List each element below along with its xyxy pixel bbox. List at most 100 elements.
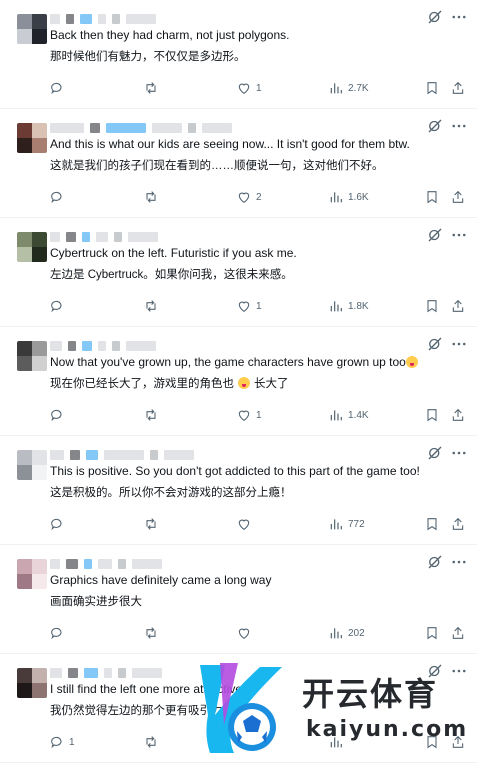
reply-button[interactable]: 1 [49,732,75,752]
repost-button[interactable] [143,296,163,316]
translate-off-icon[interactable] [426,444,444,462]
bookmark-button[interactable] [424,296,440,316]
like-button[interactable]: 2 [236,187,262,207]
avatar[interactable] [17,559,47,589]
translate-off-icon[interactable] [426,8,444,26]
reply-button[interactable] [49,623,69,643]
translated-text-tail: 长大了 [254,378,289,390]
like-count: 1 [256,300,262,312]
views-button[interactable]: 1.6K [328,187,369,207]
avatar-pixel [32,247,47,262]
reply-original-text: Back then they had charm, not just polyg… [50,28,455,43]
reply-translated-text: 那时候他们有魅力，不仅仅是多边形。 [50,50,455,65]
blurred-author-block [50,232,60,242]
reply-button[interactable] [49,514,69,534]
blurred-author-block [66,14,74,24]
bookmark-button[interactable] [424,187,440,207]
like-button[interactable]: 1 [236,296,262,316]
reply-translated-text: 这就是我们的孩子们现在看到的……顺便说一句，这对他们不好。 [50,159,455,174]
translate-off-icon[interactable] [426,117,444,135]
avatar[interactable] [17,450,47,480]
like-button[interactable]: 1 [236,405,262,425]
translate-off-icon[interactable] [426,553,444,571]
like-icon [238,628,250,639]
views-button[interactable]: 202 [328,623,365,643]
repost-button[interactable] [143,732,163,752]
avatar[interactable] [17,232,47,262]
blurred-author-block [150,450,158,460]
bookmark-button[interactable] [424,78,440,98]
avatar-pixel [17,232,32,247]
reply-icon [51,409,62,422]
views-button[interactable]: 772 [328,514,365,534]
like-button[interactable]: 1 [236,78,262,98]
reply-icon [51,627,62,640]
blurred-author-block [50,14,60,24]
views-button[interactable]: 1.8K [328,296,369,316]
blurred-author-block [104,450,144,460]
reply-button[interactable] [49,296,69,316]
view-count: 1.8K [348,300,369,312]
share-icon [452,408,464,421]
translate-off-icon[interactable] [426,335,444,353]
reply-button[interactable] [49,187,69,207]
avatar-pixel [17,341,32,356]
avatar-pixel [32,683,47,698]
blurred-author-block [66,559,78,569]
views-icon [330,410,342,421]
like-button[interactable] [236,514,256,534]
avatar-pixel [32,574,47,589]
reply-item[interactable]: Back then they had charm, not just polyg… [0,0,477,109]
winking-tongue-emoji-icon [405,356,418,368]
reply-item[interactable]: And this is what our kids are seeing now… [0,109,477,218]
avatar[interactable] [17,14,47,44]
more-icon[interactable] [450,117,468,135]
share-button[interactable] [450,78,466,98]
more-icon[interactable] [450,553,468,571]
repost-button[interactable] [143,623,163,643]
author-header-blurred [50,12,310,26]
blurred-author-block [104,668,112,678]
share-button[interactable] [450,296,466,316]
bookmark-button[interactable] [424,623,440,643]
avatar[interactable] [17,123,47,153]
reply-button[interactable] [49,78,69,98]
blurred-author-block [112,341,120,351]
share-button[interactable] [450,514,466,534]
reply-icon [51,82,62,95]
more-icon[interactable] [450,444,468,462]
bookmark-button[interactable] [424,405,440,425]
repost-button[interactable] [143,78,163,98]
repost-button[interactable] [143,405,163,425]
avatar[interactable] [17,668,47,698]
share-icon [452,626,464,639]
views-button[interactable]: 1.4K [328,405,369,425]
reply-item[interactable]: Now that you've grown up, the game chara… [0,327,477,436]
like-button[interactable] [236,623,256,643]
avatar[interactable] [17,341,47,371]
like-icon [238,410,250,421]
more-icon[interactable] [450,8,468,26]
reply-count: 1 [69,736,75,748]
reply-item[interactable]: Cybertruck on the left. Futuristic if yo… [0,218,477,327]
avatar-pixel [17,465,32,480]
views-icon [330,192,342,203]
share-button[interactable] [450,623,466,643]
reply-icon [51,736,62,749]
share-button[interactable] [450,405,466,425]
reply-item[interactable]: This is positive. So you don't got addic… [0,436,477,545]
share-button[interactable] [450,187,466,207]
repost-button[interactable] [143,187,163,207]
more-icon[interactable] [450,335,468,353]
original-text-content: Cybertruck on the left. Futuristic if yo… [50,246,297,260]
reply-item[interactable]: Graphics have definitely came a long way… [0,545,477,654]
blurred-author-block [66,232,76,242]
action-bar: 1 1.4K [0,405,477,427]
views-button[interactable]: 2.7K [328,78,369,98]
reply-button[interactable] [49,405,69,425]
more-icon[interactable] [450,226,468,244]
avatar-pixel [32,341,47,356]
repost-button[interactable] [143,514,163,534]
translate-off-icon[interactable] [426,226,444,244]
bookmark-button[interactable] [424,514,440,534]
